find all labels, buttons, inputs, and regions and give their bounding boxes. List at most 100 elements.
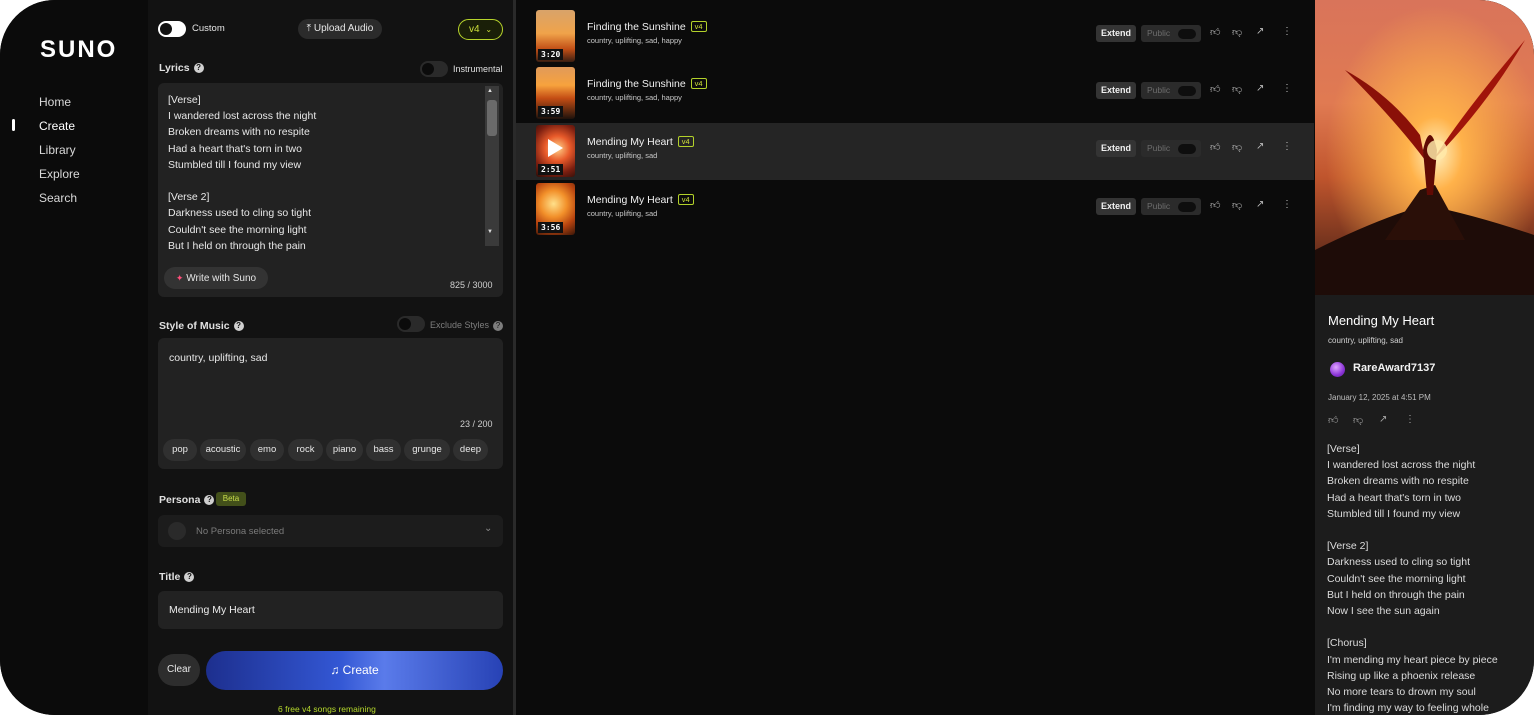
share-icon[interactable]: ↗ [1379,414,1387,425]
share-icon[interactable]: ↗ [1256,141,1264,152]
song-title[interactable]: Mending My Heart [587,194,673,206]
song-title[interactable]: Finding the Sunshine [587,78,686,90]
version-tag: v4 [677,194,694,205]
public-toggle-knob [1178,144,1196,154]
more-vertical-icon[interactable]: ⋮ [1282,83,1292,94]
thumbs-up-icon[interactable]: 👍︎ [1210,141,1220,153]
exclude-styles-toggle[interactable] [397,316,425,332]
style-chip-grunge[interactable]: grunge [404,439,450,461]
help-icon[interactable]: ? [493,320,504,331]
song-thumbnail[interactable]: 3:59 [536,67,575,119]
help-icon[interactable]: ? [233,321,244,332]
song-styles: country, uplifting, sad, happy [587,93,682,102]
write-with-suno-button[interactable]: ✦ Write with Suno [164,267,268,289]
app-frame: SUNO Home Create Library Explore Search … [0,0,1534,715]
avatar[interactable] [1330,362,1345,377]
lyrics-textarea[interactable]: [Verse] I wandered lost across the night… [168,92,483,254]
share-icon[interactable]: ↗ [1256,199,1264,210]
thumbs-up-icon[interactable]: 👍︎ [1210,199,1220,211]
thumbs-up-icon[interactable]: 👍︎ [1210,26,1220,38]
song-row[interactable]: 3:56 Mending My Heart v4 country, uplifti… [516,181,1314,238]
version-tag: v4 [690,78,707,89]
help-icon[interactable]: ? [204,495,215,506]
sidebar-item-explore[interactable]: Explore [39,167,80,181]
song-title-line: Finding the Sunshine v4 [587,21,707,33]
extend-button[interactable]: Extend [1096,82,1136,99]
style-chip-pop[interactable]: pop [163,439,197,461]
suno-logo[interactable]: SUNO [40,36,117,64]
style-heading: Style of Music? [159,320,244,332]
persona-heading: Persona? [159,494,215,506]
song-title[interactable]: Finding the Sunshine [587,21,686,33]
create-button[interactable]: ♫ Create [206,651,503,690]
custom-toggle[interactable] [158,21,186,37]
sidebar-item-create[interactable]: Create [39,119,75,133]
song-row[interactable]: 3:59 Finding the Sunshine v4 country, upl… [516,65,1314,122]
lyrics-scrollbar[interactable] [485,86,499,246]
upload-icon: ⤒ [306,23,312,34]
style-chip-deep[interactable]: deep [453,439,488,461]
song-thumbnail[interactable]: 3:20 [536,10,575,62]
thumbs-down-icon[interactable]: 👎︎ [1232,141,1242,153]
extend-button[interactable]: Extend [1096,25,1136,42]
song-duration: 2:51 [538,164,564,175]
persona-avatar-placeholder [168,522,186,540]
style-chip-piano[interactable]: piano [326,439,363,461]
song-duration: 3:56 [538,222,564,233]
extend-button[interactable]: Extend [1096,140,1136,157]
public-label: Public [1147,143,1171,153]
detail-styles: country, uplifting, sad [1328,336,1404,345]
song-thumbnail[interactable]: 2:51 [536,125,575,177]
style-chip-emo[interactable]: emo [250,439,284,461]
public-toggle-knob [1178,202,1196,212]
extend-button[interactable]: Extend [1096,198,1136,215]
scroll-up-icon[interactable]: ▲ [487,88,493,94]
public-toggle[interactable]: Public [1141,140,1201,157]
song-row[interactable]: 3:20 Finding the Sunshine v4 country, upl… [516,8,1314,65]
song-thumbnail[interactable]: 3:56 [536,183,575,235]
more-vertical-icon[interactable]: ⋮ [1282,141,1292,152]
sidebar-item-library[interactable]: Library [39,143,76,157]
thumbs-up-icon[interactable]: 👍︎ [1210,83,1220,95]
thumbs-down-icon[interactable]: 👎︎ [1232,26,1242,38]
public-toggle[interactable]: Public [1141,25,1201,42]
more-vertical-icon[interactable]: ⋮ [1282,26,1292,37]
song-title-line: Finding the Sunshine v4 [587,78,707,90]
style-chip-rock[interactable]: rock [288,439,323,461]
share-icon[interactable]: ↗ [1256,83,1264,94]
scroll-down-icon[interactable]: ▼ [487,229,493,235]
song-title[interactable]: Mending My Heart [587,136,673,148]
style-chip-acoustic[interactable]: acoustic [200,439,246,461]
title-input[interactable]: Mending My Heart [169,604,255,616]
public-toggle-knob [1178,86,1196,96]
thumbs-down-icon[interactable]: 👎︎ [1353,414,1363,426]
toggle-knob [422,63,434,75]
more-vertical-icon[interactable]: ⋮ [1282,199,1292,210]
detail-username[interactable]: RareAward7137 [1353,362,1435,374]
public-toggle[interactable]: Public [1141,82,1201,99]
help-icon[interactable]: ? [184,572,195,583]
chevron-down-icon[interactable]: ⌄ [484,523,492,534]
song-row[interactable]: 2:51 Mending My Heart v4 country, uplifti… [516,123,1314,180]
sidebar-item-home[interactable]: Home [39,95,71,109]
play-icon[interactable] [548,139,563,157]
music-note-icon: ♫ [330,663,340,677]
detail-lyrics: [Verse] I wandered lost across the night… [1327,443,1498,715]
lyrics-char-count: 825 / 3000 [450,280,493,290]
style-input[interactable]: country, uplifting, sad [169,352,267,364]
instrumental-toggle[interactable] [420,61,448,77]
help-icon[interactable]: ? [193,63,204,74]
upload-audio-button[interactable]: ⤒ Upload Audio [298,19,382,39]
public-toggle[interactable]: Public [1141,198,1201,215]
version-select[interactable]: v4 ⌄ [458,19,503,40]
share-icon[interactable]: ↗ [1256,26,1264,37]
thumbs-down-icon[interactable]: 👎︎ [1232,199,1242,211]
song-duration: 3:59 [538,106,564,117]
more-vertical-icon[interactable]: ⋮ [1405,414,1415,425]
scrollbar-thumb[interactable] [487,100,497,136]
clear-button[interactable]: Clear [158,654,200,686]
style-chip-bass[interactable]: bass [366,439,401,461]
thumbs-down-icon[interactable]: 👎︎ [1232,83,1242,95]
sidebar-item-search[interactable]: Search [39,191,77,205]
thumbs-up-icon[interactable]: 👍︎ [1328,414,1338,426]
